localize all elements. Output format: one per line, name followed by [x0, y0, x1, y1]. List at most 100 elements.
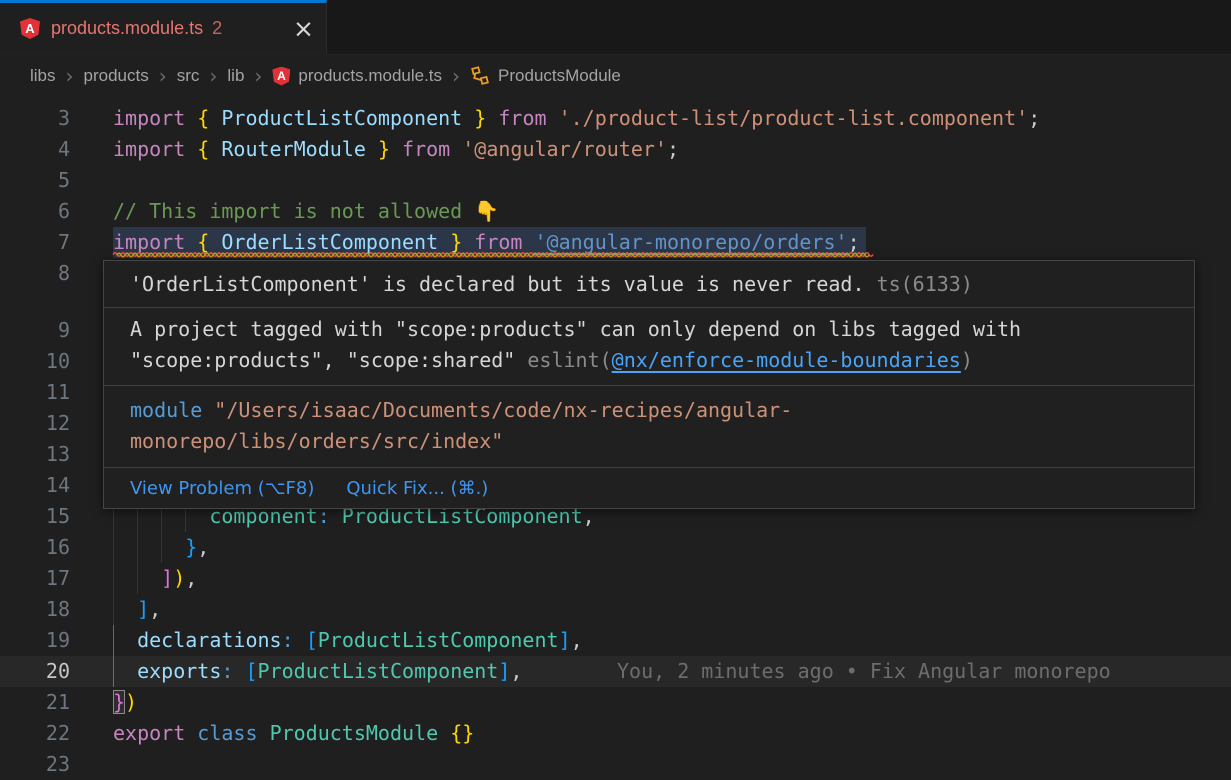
error-squiggle: [113, 251, 866, 259]
token-b1: }: [474, 106, 486, 130]
token-cls: :: [221, 659, 233, 683]
line-number[interactable]: 22: [0, 718, 113, 749]
code-line[interactable]: 19 declarations: [ProductListComponent],: [0, 625, 1231, 656]
token-str: '@angular/router': [462, 137, 667, 161]
breadcrumb-item-file[interactable]: A products.module.ts: [272, 66, 442, 86]
chevron-right-icon: ›: [66, 66, 74, 86]
code-text: // This import is not allowed 👇: [113, 196, 499, 227]
token-fg: ,: [197, 535, 209, 559]
token-kw: import: [113, 137, 185, 161]
token-fg: ,: [571, 628, 583, 652]
code-line[interactable]: 22export class ProductsModule {}: [0, 718, 1231, 749]
token-kw: import: [113, 106, 185, 130]
code-text: ]),: [113, 563, 197, 594]
breadcrumb-item-lib[interactable]: lib: [227, 66, 244, 86]
token-b3: ]: [498, 659, 510, 683]
line-number[interactable]: 5: [0, 165, 113, 196]
code-line[interactable]: 16 },: [0, 532, 1231, 563]
line-number[interactable]: 7: [0, 227, 113, 258]
token-fg: [547, 106, 559, 130]
token-fg: [113, 659, 137, 683]
token-fg: [185, 106, 197, 130]
token-b1: {: [197, 106, 209, 130]
line-number[interactable]: 10: [0, 346, 113, 377]
git-blame-annotation: You, 2 minutes ago • Fix Angular monorep…: [617, 656, 1111, 687]
token-teal: ProductListComponent: [258, 659, 499, 683]
chevron-right-icon: ›: [209, 66, 217, 86]
token-fg: ;: [667, 137, 679, 161]
line-number[interactable]: 19: [0, 625, 113, 656]
line-number[interactable]: 6: [0, 196, 113, 227]
code-line[interactable]: 7import { OrderListComponent } from '@an…: [0, 227, 1231, 258]
line-number[interactable]: 21: [0, 687, 113, 718]
code-text: ],: [113, 594, 161, 625]
token-fg: ,: [510, 659, 522, 683]
token-b3: ]: [559, 628, 571, 652]
code-line[interactable]: 3import { ProductListComponent } from '.…: [0, 103, 1231, 134]
token-kw: from: [498, 106, 546, 130]
code-text: exports: [ProductListComponent],: [113, 656, 522, 687]
line-number[interactable]: 4: [0, 134, 113, 165]
token-fg: [462, 106, 474, 130]
line-number[interactable]: 15: [0, 501, 113, 532]
ts-diagnostic: 'OrderListComponent' is declared but its…: [104, 261, 1194, 307]
token-fg: [185, 721, 197, 745]
line-number[interactable]: 14: [0, 470, 113, 501]
token-fg: [113, 597, 137, 621]
token-fg: [390, 137, 402, 161]
problem-count-badge: 2: [212, 18, 222, 39]
code-text: import { ProductListComponent } from './…: [113, 103, 1040, 134]
code-line[interactable]: 23: [0, 749, 1231, 780]
token-fg: [233, 659, 245, 683]
line-number[interactable]: 13: [0, 439, 113, 470]
token-blue: RouterModule: [221, 137, 366, 161]
line-number[interactable]: 18: [0, 594, 113, 625]
code-line[interactable]: 17 ]),: [0, 563, 1231, 594]
token-b1: ): [173, 566, 185, 590]
token-fg: [185, 137, 197, 161]
close-icon[interactable]: ×: [293, 16, 314, 41]
line-number[interactable]: 17: [0, 563, 113, 594]
token-kw: from: [402, 137, 450, 161]
breadcrumb-item-symbol[interactable]: ProductsModule: [470, 66, 621, 86]
module-info: module "/Users/isaac/Documents/code/nx-r…: [104, 385, 1194, 467]
code-line[interactable]: 21}): [0, 687, 1231, 718]
code-line[interactable]: 6// This import is not allowed 👇: [0, 196, 1231, 227]
line-number[interactable]: 8: [0, 258, 113, 289]
line-number[interactable]: 9: [0, 315, 113, 346]
token-fg: [113, 566, 161, 590]
token-teal: ProductsModule: [270, 721, 439, 745]
line-number[interactable]: 3: [0, 103, 113, 134]
line-number[interactable]: 11: [0, 377, 113, 408]
token-b3: [: [245, 659, 257, 683]
angular-file-icon: A: [20, 18, 40, 39]
code-line[interactable]: 5: [0, 165, 1231, 196]
token-str: './product-list/product-list.component': [559, 106, 1029, 130]
token-cls: class: [197, 721, 257, 745]
token-b2m: }: [113, 690, 125, 714]
breadcrumb: libs › products › src › lib › A products…: [0, 55, 1231, 97]
line-number[interactable]: 16: [0, 532, 113, 563]
line-number[interactable]: 12: [0, 408, 113, 439]
token-fg: [258, 721, 270, 745]
view-problem-link[interactable]: View Problem (⌥F8): [130, 478, 314, 499]
eslint-rule-link[interactable]: @nx/enforce-module-boundaries: [612, 348, 961, 372]
tab-bar: A products.module.ts 2 ×: [0, 0, 1231, 55]
token-b3: ]: [137, 597, 149, 621]
token-b2: ]: [161, 566, 173, 590]
line-number[interactable]: 23: [0, 749, 113, 780]
tab-products-module[interactable]: A products.module.ts 2 ×: [0, 0, 327, 54]
code-line[interactable]: 20 exports: [ProductListComponent], You, …: [0, 656, 1231, 687]
breadcrumb-item-src[interactable]: src: [177, 66, 200, 86]
breadcrumb-item-products[interactable]: products: [84, 66, 149, 86]
eslint-diagnostic: A project tagged with "scope:products" c…: [104, 307, 1194, 385]
breadcrumb-item-libs[interactable]: libs: [30, 66, 56, 86]
code-line[interactable]: 4import { RouterModule } from '@angular/…: [0, 134, 1231, 165]
code-text: import { RouterModule } from '@angular/r…: [113, 134, 679, 165]
quick-fix-link[interactable]: Quick Fix... (⌘.): [346, 478, 488, 499]
diagnostic-hover-popup: 'OrderListComponent' is declared but its…: [103, 260, 1195, 509]
chevron-right-icon: ›: [452, 66, 460, 86]
code-line[interactable]: 18 ],: [0, 594, 1231, 625]
line-number[interactable]: 20: [0, 656, 113, 687]
code-text: },: [113, 532, 209, 563]
